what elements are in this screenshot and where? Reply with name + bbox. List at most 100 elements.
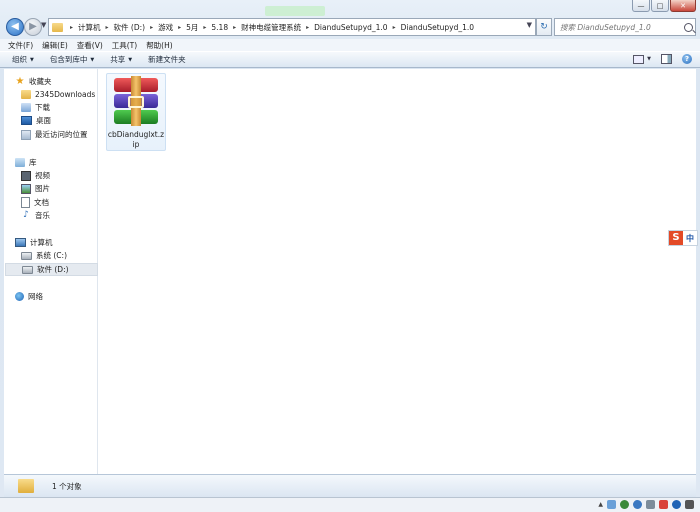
nav-item-drive-d[interactable]: 软件 (D:) (5, 263, 98, 276)
title-highlight (265, 6, 325, 16)
breadcrumb-setup-current[interactable]: DianduSetupyd_1.0 (401, 23, 474, 32)
tray-app-icon[interactable] (646, 500, 655, 509)
help-icon[interactable]: ? (682, 54, 692, 64)
ime-indicator[interactable]: S 中 (668, 230, 698, 246)
recent-places-icon (21, 129, 31, 140)
menu-edit[interactable]: 编辑(E) (42, 40, 68, 51)
minimize-button[interactable]: — (632, 0, 650, 12)
folder-icon (21, 90, 31, 99)
nav-favorites[interactable]: ★ 收藏夹 (15, 75, 108, 88)
star-icon: ★ (15, 76, 25, 87)
picture-icon (21, 183, 31, 194)
tray-app-icon[interactable] (672, 500, 681, 509)
breadcrumb-computer[interactable]: 计算机 ▸ (78, 22, 114, 33)
search-input[interactable] (555, 21, 680, 33)
menu-tools[interactable]: 工具(T) (112, 40, 137, 51)
folder-icon (52, 22, 63, 32)
chevron-down-icon[interactable]: ▼ (527, 21, 532, 29)
chevron-down-icon[interactable]: ▼ (647, 56, 651, 62)
menu-view[interactable]: 查看(V) (77, 40, 103, 51)
video-icon (21, 170, 31, 181)
tray-app-icon[interactable] (659, 500, 668, 509)
nav-label: 视频 (35, 171, 50, 180)
file-name: cbDianduglxt.zip (107, 130, 165, 149)
breadcrumb-games[interactable]: 游戏 ▸ (158, 22, 186, 33)
library-icon (15, 158, 25, 167)
recent-pages-dropdown[interactable]: ▼ (41, 21, 46, 29)
breadcrumb-system[interactable]: 财神电缆管理系统 ▸ (241, 22, 314, 33)
navigation-pane: ★ 收藏夹 2345Downloads 下载 桌面 最近访问的位置 库 视频 图… (4, 69, 98, 474)
desktop-icon (21, 116, 32, 125)
nav-label: 收藏夹 (29, 77, 52, 86)
chevron-down-icon: ▼ (90, 56, 95, 63)
tray-app-icon[interactable] (633, 500, 642, 509)
document-icon (21, 197, 30, 208)
address-bar[interactable]: ▸ 计算机 ▸ 软件 (D:) ▸ 游戏 ▸ 5月 ▸ 5.18 ▸ 财神电缆管理系统 ▸ … (48, 18, 536, 36)
file-list-pane[interactable]: cbDianduglxt.zip (98, 69, 696, 474)
nav-label: 下载 (35, 103, 50, 112)
nav-label: 系统 (C:) (36, 251, 67, 260)
command-bar: 组织 ▼ 包含到库中 ▼ 共享 ▼ 新建文件夹 ▼ ? (0, 51, 700, 68)
forward-button[interactable]: ▶ (24, 18, 42, 36)
nav-label: 文档 (34, 198, 49, 207)
nav-label: 计算机 (30, 238, 53, 247)
music-note-icon: ♪ (23, 210, 29, 220)
nav-label: 网络 (28, 292, 43, 301)
zip-archive-icon (114, 76, 158, 126)
drive-icon (22, 265, 33, 274)
system-tray: ▲ (0, 497, 700, 512)
nav-label: 图片 (35, 184, 50, 193)
nav-label: 最近访问的位置 (35, 130, 88, 139)
tray-icons: ▲ (598, 500, 694, 509)
include-in-library-button[interactable]: 包含到库中 ▼ (50, 54, 94, 65)
ime-mode: 中 (686, 233, 694, 243)
maximize-button[interactable]: □ (651, 0, 669, 12)
breadcrumb-separator-root[interactable]: ▸ (65, 24, 78, 31)
nav-label: 库 (29, 158, 37, 167)
tray-app-icon[interactable] (685, 500, 694, 509)
menu-help[interactable]: 帮助(H) (146, 40, 173, 51)
download-folder-icon (21, 103, 31, 112)
breadcrumb-5-18[interactable]: 5.18 ▸ (211, 23, 241, 32)
preview-pane-icon[interactable] (661, 54, 672, 64)
drive-icon (21, 251, 32, 260)
view-controls: ▼ ? (633, 54, 692, 64)
tray-expand-icon[interactable]: ▲ (598, 501, 603, 508)
zip-buckle (128, 96, 144, 108)
tray-app-icon[interactable] (607, 500, 616, 509)
change-view-icon[interactable] (633, 54, 645, 64)
organize-button[interactable]: 组织 ▼ (12, 54, 34, 65)
search-box[interactable] (554, 18, 696, 36)
nav-label: 桌面 (36, 116, 51, 125)
nav-label: 软件 (D:) (37, 265, 69, 274)
explorer-window: — □ ✕ ◀ ▶ ▼ ▸ 计算机 ▸ 软件 (D:) ▸ 游戏 ▸ 5月 ▸ 5.18… (0, 0, 700, 512)
menu-bar: 文件(F) 编辑(E) 查看(V) 工具(T) 帮助(H) (0, 39, 700, 51)
computer-icon (15, 238, 26, 247)
tray-app-icon[interactable] (620, 500, 629, 509)
breadcrumb-setup-parent[interactable]: DianduSetupyd_1.0 ▸ (314, 23, 400, 32)
nav-computer[interactable]: 计算机 (15, 236, 108, 249)
share-button[interactable]: 共享 ▼ (110, 54, 132, 65)
network-icon (15, 292, 24, 301)
nav-label: 2345Downloads (35, 90, 96, 99)
new-folder-button[interactable]: 新建文件夹 (148, 54, 186, 65)
refresh-button[interactable]: ↻ (536, 18, 552, 36)
folder-icon (18, 479, 34, 493)
search-icon[interactable] (684, 22, 693, 32)
back-button[interactable]: ◀ (6, 18, 24, 36)
close-button[interactable]: ✕ (670, 0, 696, 12)
file-item-zip[interactable]: cbDianduglxt.zip (106, 73, 166, 151)
nav-libraries[interactable]: 库 (15, 156, 108, 169)
chevron-down-icon: ▼ (128, 56, 133, 63)
sogou-logo-icon: S (669, 231, 683, 245)
breadcrumb-drive-d[interactable]: 软件 (D:) ▸ (114, 22, 159, 33)
item-count: 1 个对象 (52, 481, 82, 491)
menu-file[interactable]: 文件(F) (8, 40, 33, 51)
status-bar: 1 个对象 (4, 474, 696, 497)
breadcrumb-may[interactable]: 5月 ▸ (186, 22, 211, 33)
address-row: ◀ ▶ ▼ ▸ 计算机 ▸ 软件 (D:) ▸ 游戏 ▸ 5月 ▸ 5.18 ▸ 财神电缆… (0, 16, 700, 38)
chevron-down-icon: ▼ (30, 56, 34, 63)
nav-label: 音乐 (35, 211, 50, 220)
nav-network[interactable]: 网络 (15, 290, 108, 303)
window-controls: — □ ✕ (632, 0, 696, 12)
